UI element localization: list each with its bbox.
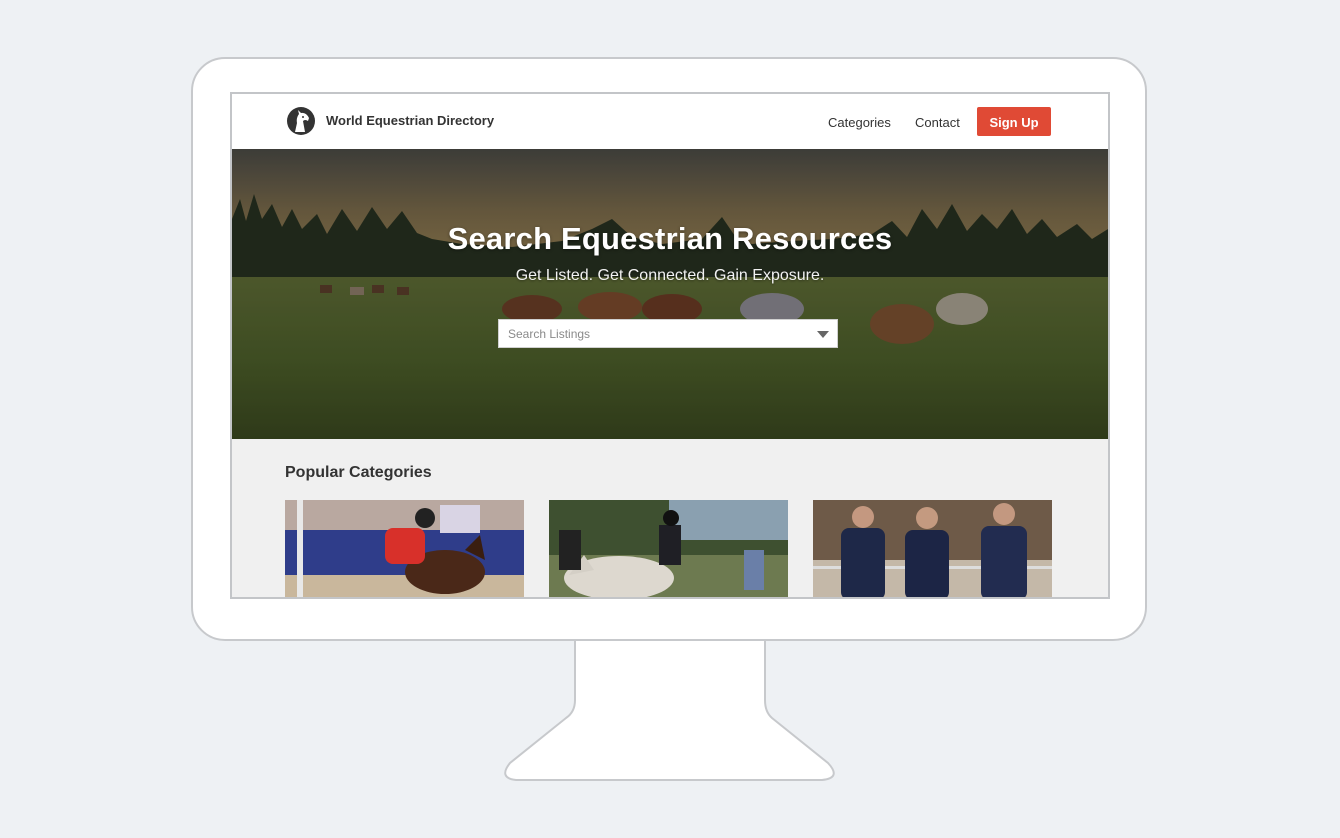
search-placeholder: Search Listings (508, 327, 591, 341)
hero-subtitle: Get Listed. Get Connected. Gain Exposure… (515, 267, 825, 284)
browser-screen: World Equestrian Directory Categories Co… (230, 92, 1110, 599)
brand-name[interactable]: World Equestrian Directory (326, 113, 494, 128)
signup-button[interactable]: Sign Up (977, 107, 1051, 136)
riders-photo (813, 500, 1052, 597)
chevron-down-icon[interactable] (817, 331, 829, 338)
popular-categories-title: Popular Categories (285, 464, 432, 481)
nav-link-categories[interactable]: Categories (828, 115, 891, 130)
search-listings-dropdown[interactable]: Search Listings (498, 319, 838, 348)
hero-title: Search Equestrian Resources (447, 221, 893, 256)
category-card-riders[interactable] (813, 500, 1052, 597)
hero-section: Search Equestrian Resources Get Listed. … (232, 149, 1108, 439)
hero-background-image (232, 149, 1108, 439)
horse-logo-icon[interactable] (286, 106, 316, 136)
dressage-photo (549, 500, 788, 597)
nav-link-contact[interactable]: Contact (915, 115, 960, 130)
category-card-dressage[interactable] (549, 500, 788, 597)
show-jumping-photo (285, 500, 524, 597)
navbar: World Equestrian Directory Categories Co… (232, 94, 1108, 150)
category-card-show-jumping[interactable] (285, 500, 524, 597)
